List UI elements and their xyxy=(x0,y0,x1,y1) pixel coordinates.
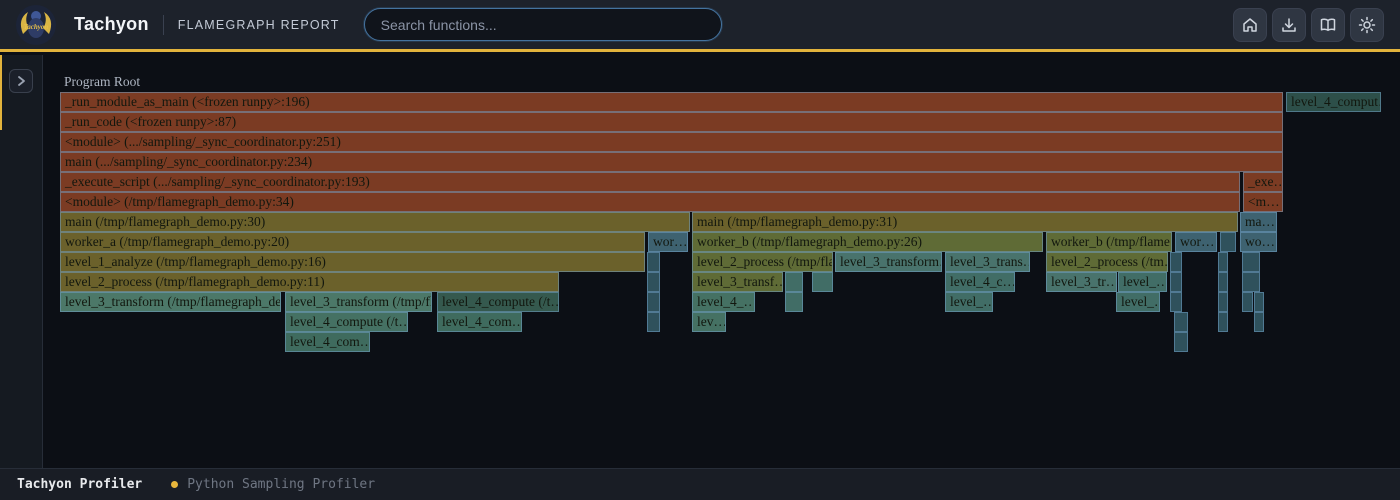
tachyon-logo-icon: Tachyon xyxy=(16,5,56,45)
flame-bar[interactable] xyxy=(785,292,803,312)
status-indicator-dot xyxy=(171,481,178,488)
flame-bar[interactable]: <module> (/tmp/flamegraph_demo.py:34) xyxy=(60,192,1240,212)
flame-bar[interactable] xyxy=(647,292,660,312)
flame-bar[interactable] xyxy=(1170,292,1182,312)
flame-bar[interactable] xyxy=(1218,252,1228,272)
flame-bar[interactable]: level_… xyxy=(945,292,993,312)
status-subtitle: Python Sampling Profiler xyxy=(187,477,375,492)
search-wrap xyxy=(364,8,722,41)
flame-bar[interactable]: level_4_… xyxy=(692,292,755,312)
download-icon xyxy=(1280,16,1298,34)
flame-bar[interactable] xyxy=(647,272,660,292)
flame-bar[interactable]: level_2_process (/tmp/flamegraph_demo.py… xyxy=(60,272,559,292)
book-icon xyxy=(1319,16,1337,34)
flame-bar[interactable]: worker_a (/tmp/flamegraph_demo.py:20) xyxy=(60,232,645,252)
flame-bar[interactable]: wor… xyxy=(648,232,688,252)
flame-bar[interactable]: level_4_compute (/t… xyxy=(437,292,559,312)
flame-bar[interactable]: ma… xyxy=(1240,212,1277,232)
flame-bar[interactable] xyxy=(1254,312,1264,332)
flame-bar[interactable]: level_4_com… xyxy=(437,312,522,332)
flame-bar[interactable]: level_4_comput… xyxy=(1286,92,1381,112)
flame-bar[interactable]: level_3_tr… xyxy=(1046,272,1117,292)
flame-bar[interactable] xyxy=(1218,292,1228,312)
flame-bar[interactable] xyxy=(1174,312,1188,332)
home-icon xyxy=(1241,16,1259,34)
flame-bar[interactable]: worker_b (/tmp/flame… xyxy=(1046,232,1172,252)
flame-bar[interactable]: wo… xyxy=(1240,232,1277,252)
flame-bar[interactable]: level_3_trans… xyxy=(945,252,1030,272)
flame-bar[interactable] xyxy=(1242,292,1253,312)
flame-bar[interactable]: worker_b (/tmp/flamegraph_demo.py:26) xyxy=(692,232,1043,252)
flame-bar[interactable] xyxy=(1218,312,1228,332)
flame-bar[interactable]: level_3_transform (/tmp/fl… xyxy=(285,292,432,312)
svg-text:Tachyon: Tachyon xyxy=(24,23,49,31)
flame-bar[interactable] xyxy=(785,272,803,292)
theme-toggle-button[interactable] xyxy=(1350,8,1384,42)
flamegraph: Program Root _run_module_as_main (<froze… xyxy=(0,0,1400,468)
flame-bar[interactable]: _run_module_as_main (<frozen runpy>:196) xyxy=(60,92,1283,112)
flame-bar[interactable] xyxy=(647,312,660,332)
flame-bar[interactable]: level_… xyxy=(1116,292,1160,312)
flame-bar[interactable]: level_… xyxy=(1118,272,1167,292)
download-button[interactable] xyxy=(1272,8,1306,42)
docs-button[interactable] xyxy=(1311,8,1345,42)
flame-bar[interactable]: level_4_compute (/t… xyxy=(285,312,408,332)
app-title: Tachyon xyxy=(74,14,149,35)
flame-bar[interactable]: level_2_process (/tmp/fla… xyxy=(692,252,833,272)
flame-bar[interactable]: main (/tmp/flamegraph_demo.py:30) xyxy=(60,212,690,232)
flame-bar[interactable] xyxy=(1174,332,1188,352)
flame-bar[interactable] xyxy=(1242,272,1260,292)
flame-bar[interactable]: level_4_com… xyxy=(285,332,370,352)
flame-bar[interactable]: main (/tmp/flamegraph_demo.py:31) xyxy=(692,212,1238,232)
flame-bar[interactable] xyxy=(1170,252,1182,272)
flame-root-label[interactable]: Program Root xyxy=(64,74,140,90)
flame-bar[interactable] xyxy=(1254,292,1264,312)
flame-bar[interactable] xyxy=(1218,272,1228,292)
status-app-name: Tachyon Profiler xyxy=(17,477,142,492)
flame-bar[interactable]: _execute_script (.../sampling/_sync_coor… xyxy=(60,172,1240,192)
flame-bar[interactable] xyxy=(1242,252,1260,272)
flame-bar[interactable] xyxy=(1220,232,1236,252)
home-button[interactable] xyxy=(1233,8,1267,42)
flame-bar[interactable]: _run_code (<frozen runpy>:87) xyxy=(60,112,1283,132)
flame-bar[interactable] xyxy=(647,252,660,272)
flame-bar[interactable] xyxy=(812,272,833,292)
header: Tachyon Tachyon FLAMEGRAPH REPORT xyxy=(0,0,1400,52)
header-actions xyxy=(1233,8,1384,42)
flame-bar[interactable]: lev… xyxy=(692,312,726,332)
search-input[interactable] xyxy=(364,8,722,41)
flame-bar[interactable]: level_4_c… xyxy=(945,272,1015,292)
flame-bar[interactable]: level_3_transf… xyxy=(692,272,783,292)
brightness-icon xyxy=(1358,16,1376,34)
flame-bar[interactable]: level_2_process (/tm… xyxy=(1046,252,1168,272)
flame-bar[interactable]: level_1_analyze (/tmp/flamegraph_demo.py… xyxy=(60,252,645,272)
flame-bar[interactable]: <m… xyxy=(1243,192,1283,212)
flame-bar[interactable] xyxy=(1170,272,1182,292)
header-divider xyxy=(163,15,164,35)
flame-bar[interactable]: wor… xyxy=(1175,232,1217,252)
flame-bar[interactable]: <module> (.../sampling/_sync_coordinator… xyxy=(60,132,1283,152)
flame-bar[interactable]: level_3_transform (/tmp/flamegraph_dem… xyxy=(60,292,281,312)
flame-bar[interactable]: level_3_transform… xyxy=(835,252,942,272)
report-type-label: FLAMEGRAPH REPORT xyxy=(178,18,340,32)
status-bar: Tachyon Profiler Python Sampling Profile… xyxy=(0,468,1400,500)
flame-bar[interactable]: _exe… xyxy=(1243,172,1283,192)
flame-bar[interactable]: main (.../sampling/_sync_coordinator.py:… xyxy=(60,152,1283,172)
